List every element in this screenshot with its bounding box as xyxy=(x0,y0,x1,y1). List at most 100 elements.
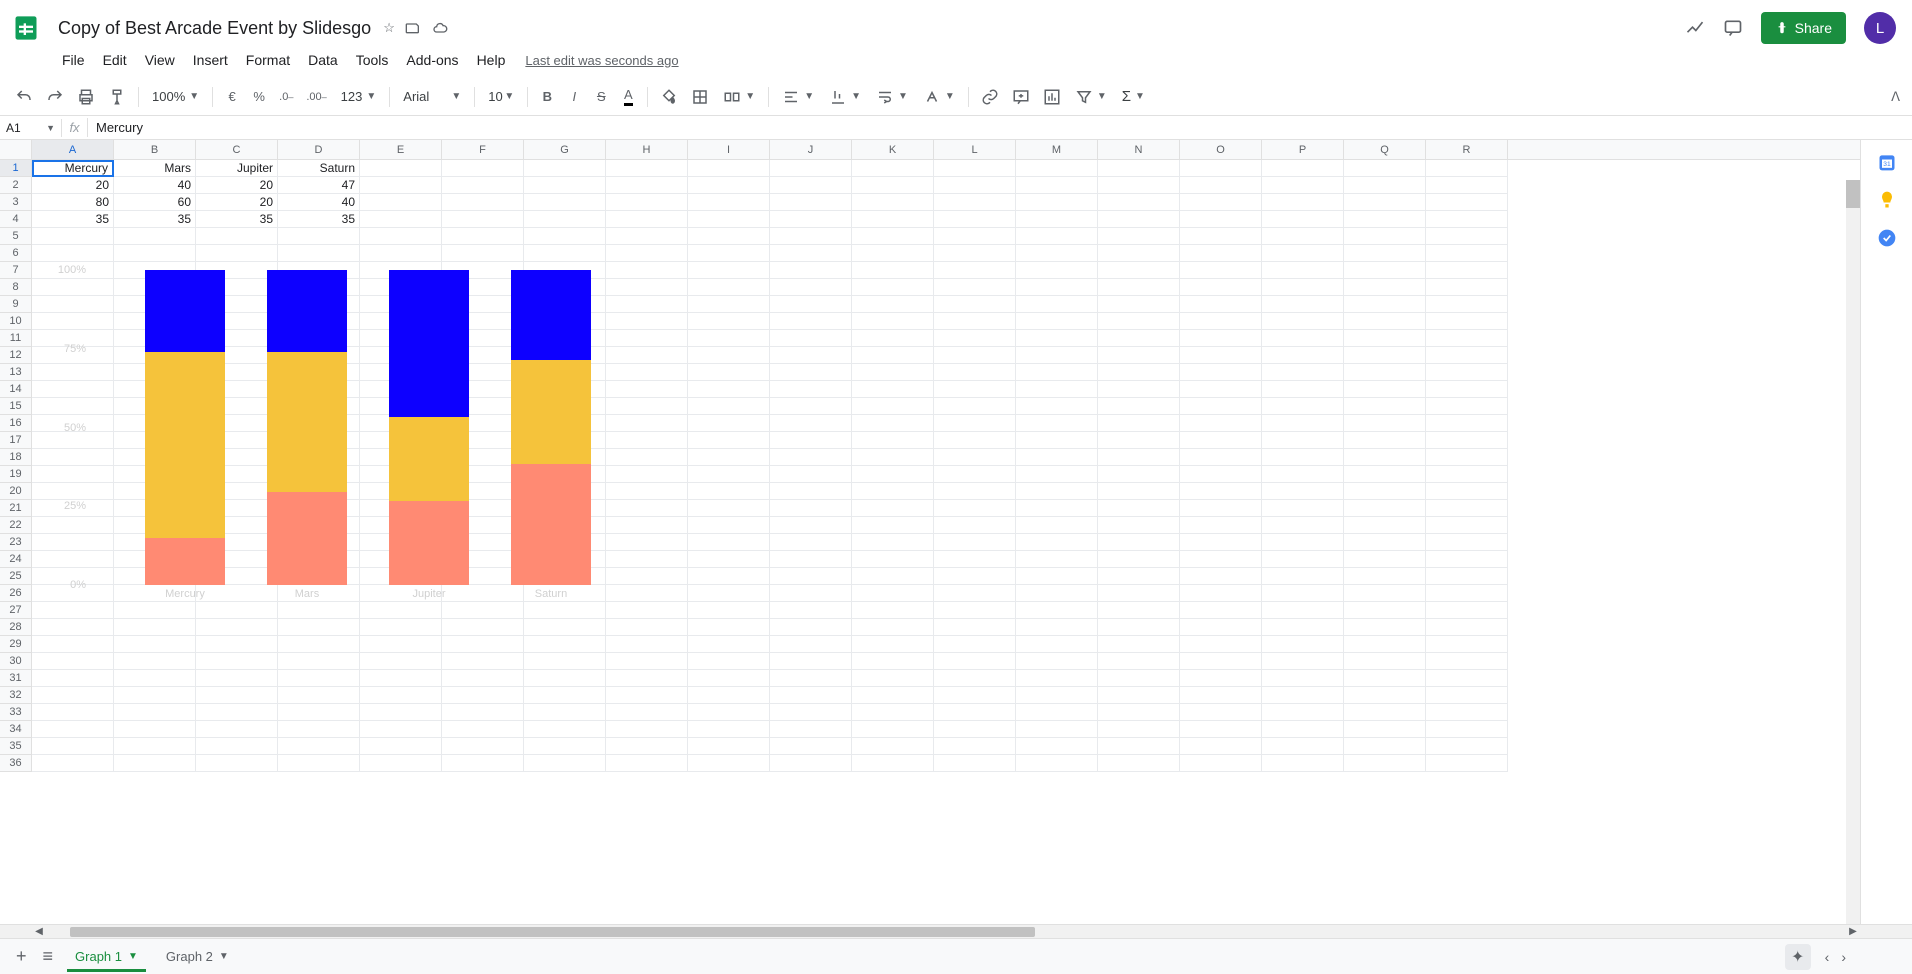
cell-O14[interactable] xyxy=(1180,381,1262,398)
cell-L8[interactable] xyxy=(934,279,1016,296)
cell-M7[interactable] xyxy=(1016,262,1098,279)
column-header-O[interactable]: O xyxy=(1180,140,1262,159)
cell-G32[interactable] xyxy=(524,687,606,704)
cell-A3[interactable]: 80 xyxy=(32,194,114,211)
account-avatar[interactable]: L xyxy=(1864,12,1896,44)
cell-O20[interactable] xyxy=(1180,483,1262,500)
cell-G1[interactable] xyxy=(524,160,606,177)
column-header-G[interactable]: G xyxy=(524,140,606,159)
cell-I22[interactable] xyxy=(688,517,770,534)
cell-R10[interactable] xyxy=(1426,313,1508,330)
cell-I14[interactable] xyxy=(688,381,770,398)
cell-N24[interactable] xyxy=(1098,551,1180,568)
cell-R1[interactable] xyxy=(1426,160,1508,177)
column-header-E[interactable]: E xyxy=(360,140,442,159)
cell-L1[interactable] xyxy=(934,160,1016,177)
increase-decimals-button[interactable]: .00_ xyxy=(301,84,331,110)
cell-N20[interactable] xyxy=(1098,483,1180,500)
cell-O15[interactable] xyxy=(1180,398,1262,415)
cell-M13[interactable] xyxy=(1016,364,1098,381)
cell-P9[interactable] xyxy=(1262,296,1344,313)
sheet-tab-graph-1[interactable]: Graph 1▼ xyxy=(61,941,152,972)
cell-O9[interactable] xyxy=(1180,296,1262,313)
cell-J26[interactable] xyxy=(770,585,852,602)
cell-D28[interactable] xyxy=(278,619,360,636)
horizontal-scrollbar[interactable]: ◀ ▶ xyxy=(0,924,1912,938)
cell-C32[interactable] xyxy=(196,687,278,704)
cell-L21[interactable] xyxy=(934,500,1016,517)
cell-K23[interactable] xyxy=(852,534,934,551)
cell-M21[interactable] xyxy=(1016,500,1098,517)
cell-C28[interactable] xyxy=(196,619,278,636)
cell-J16[interactable] xyxy=(770,415,852,432)
cell-M1[interactable] xyxy=(1016,160,1098,177)
cell-P5[interactable] xyxy=(1262,228,1344,245)
text-color-icon[interactable]: A xyxy=(616,84,640,110)
cell-I35[interactable] xyxy=(688,738,770,755)
share-button[interactable]: Share xyxy=(1761,12,1846,44)
sheets-app-icon[interactable] xyxy=(8,10,44,46)
cell-L12[interactable] xyxy=(934,347,1016,364)
cell-A29[interactable] xyxy=(32,636,114,653)
cell-B1[interactable]: Mars xyxy=(114,160,196,177)
redo-icon[interactable] xyxy=(41,84,69,110)
cell-N22[interactable] xyxy=(1098,517,1180,534)
cell-N1[interactable] xyxy=(1098,160,1180,177)
cell-Q14[interactable] xyxy=(1344,381,1426,398)
column-header-D[interactable]: D xyxy=(278,140,360,159)
cell-J36[interactable] xyxy=(770,755,852,772)
cell-I28[interactable] xyxy=(688,619,770,636)
cell-Q28[interactable] xyxy=(1344,619,1426,636)
cell-Q20[interactable] xyxy=(1344,483,1426,500)
borders-icon[interactable] xyxy=(686,84,714,110)
cell-Q18[interactable] xyxy=(1344,449,1426,466)
cell-M12[interactable] xyxy=(1016,347,1098,364)
row-header-19[interactable]: 19 xyxy=(0,466,32,483)
row-header-3[interactable]: 3 xyxy=(0,194,32,211)
cell-J22[interactable] xyxy=(770,517,852,534)
cell-F2[interactable] xyxy=(442,177,524,194)
all-sheets-button[interactable]: ≡ xyxy=(35,940,62,973)
cell-M35[interactable] xyxy=(1016,738,1098,755)
cell-J32[interactable] xyxy=(770,687,852,704)
cell-A32[interactable] xyxy=(32,687,114,704)
cell-M22[interactable] xyxy=(1016,517,1098,534)
cell-H17[interactable] xyxy=(606,432,688,449)
cell-I18[interactable] xyxy=(688,449,770,466)
font-dropdown[interactable]: Arial▼ xyxy=(397,87,467,106)
cell-N30[interactable] xyxy=(1098,653,1180,670)
cell-Q11[interactable] xyxy=(1344,330,1426,347)
cell-H7[interactable] xyxy=(606,262,688,279)
cell-L23[interactable] xyxy=(934,534,1016,551)
cell-C36[interactable] xyxy=(196,755,278,772)
cell-I12[interactable] xyxy=(688,347,770,364)
cell-J31[interactable] xyxy=(770,670,852,687)
cell-E30[interactable] xyxy=(360,653,442,670)
cell-K1[interactable] xyxy=(852,160,934,177)
cell-R2[interactable] xyxy=(1426,177,1508,194)
column-header-J[interactable]: J xyxy=(770,140,852,159)
cell-M31[interactable] xyxy=(1016,670,1098,687)
cell-N14[interactable] xyxy=(1098,381,1180,398)
menu-data[interactable]: Data xyxy=(300,48,346,72)
cell-I2[interactable] xyxy=(688,177,770,194)
menu-file[interactable]: File xyxy=(54,48,93,72)
cell-N4[interactable] xyxy=(1098,211,1180,228)
cell-I9[interactable] xyxy=(688,296,770,313)
cell-Q13[interactable] xyxy=(1344,364,1426,381)
cell-M36[interactable] xyxy=(1016,755,1098,772)
row-header-26[interactable]: 26 xyxy=(0,585,32,602)
cell-B32[interactable] xyxy=(114,687,196,704)
cell-H31[interactable] xyxy=(606,670,688,687)
cell-I32[interactable] xyxy=(688,687,770,704)
row-header-1[interactable]: 1 xyxy=(0,160,32,177)
cell-H1[interactable] xyxy=(606,160,688,177)
cell-H18[interactable] xyxy=(606,449,688,466)
cell-J3[interactable] xyxy=(770,194,852,211)
column-header-L[interactable]: L xyxy=(934,140,1016,159)
cell-Q3[interactable] xyxy=(1344,194,1426,211)
cell-K30[interactable] xyxy=(852,653,934,670)
cell-D32[interactable] xyxy=(278,687,360,704)
cell-F35[interactable] xyxy=(442,738,524,755)
cell-E2[interactable] xyxy=(360,177,442,194)
